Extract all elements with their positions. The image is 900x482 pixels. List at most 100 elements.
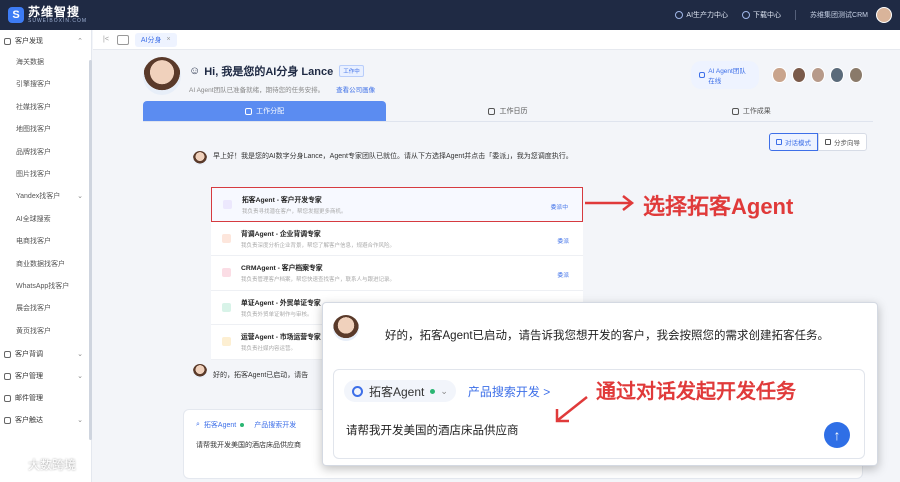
agent-avatar-mini[interactable] xyxy=(810,67,825,83)
logo-text: 苏维智搜 xyxy=(28,5,81,19)
sidebar-group-reach[interactable]: 客户触达 ⌄ xyxy=(0,409,91,431)
agent-card-background[interactable]: 背调Agent - 企业背调专家 我负责深度分析企业背景，帮您了解客户信息，规避… xyxy=(211,221,583,256)
send-icon xyxy=(4,416,11,424)
sidebar-item[interactable]: 引擎搜客户 xyxy=(0,74,91,96)
agent-card-crm[interactable]: CRMAgent - 客户档案专家 我负责管理客户档案，帮您快速查找客户，联系人… xyxy=(211,256,583,291)
chevron-down-icon: ⌄ xyxy=(77,417,83,425)
company-name[interactable]: 苏维集团测试CRM xyxy=(810,10,868,20)
list-icon xyxy=(222,302,231,312)
agent-chat-avatar xyxy=(193,151,207,165)
sidebar-item[interactable]: 展会找客户 xyxy=(0,298,91,320)
sidebar-item-yandex[interactable]: Yandex找客户 ⌄ xyxy=(0,186,91,208)
wizard-icon xyxy=(825,139,831,145)
watermark-logo-icon xyxy=(8,456,24,473)
agent-team: AI Agent团队在线 xyxy=(691,61,863,89)
agent-greeting: Hi, 我是您的AI分身 Lance xyxy=(204,66,334,78)
sidebar-item[interactable]: WhatsApp找客户 xyxy=(0,276,91,298)
logo-icon: S xyxy=(8,7,24,23)
agent-header: ☺ Hi, 我是您的AI分身 Lance 工作中 AI Agent团队已准备就绪，期… xyxy=(143,57,863,101)
arrow-down-left-icon xyxy=(555,396,588,423)
chevron-down-icon: ⌄ xyxy=(77,351,83,359)
agent-selector[interactable]: 拓客Agent xyxy=(204,420,236,430)
online-dot xyxy=(240,423,245,427)
home-icon[interactable] xyxy=(116,34,129,45)
zoom-agent-reply: 好的，拓客Agent已启动，请告诉我您想开发的客户，我会按照您的需求创建拓客任务… xyxy=(385,330,830,342)
annotation-dialog-task: 通过对话发起开发任务 xyxy=(596,381,796,403)
online-dot xyxy=(430,388,436,394)
sidebar-item[interactable]: AI全球搜索 xyxy=(0,209,91,231)
chevron-down-icon: ⌄ xyxy=(77,373,83,381)
agent-avatar xyxy=(333,315,359,341)
sidebar-item[interactable]: 电商找客户 xyxy=(0,231,91,253)
mode-wizard[interactable]: 分步向导 xyxy=(818,133,867,151)
ai-icon xyxy=(675,11,684,19)
send-button[interactable]: ↑ xyxy=(824,422,850,448)
delegate-button[interactable]: 委派 xyxy=(557,236,569,245)
agent-avatar-mini[interactable] xyxy=(848,67,863,83)
user-avatar[interactable] xyxy=(876,7,892,23)
document-icon xyxy=(222,233,231,243)
file-icon xyxy=(4,350,11,358)
sidebar-group-background-check[interactable]: 客户背调 ⌄ xyxy=(0,343,91,365)
profile-icon xyxy=(222,268,231,277)
sidebar-item[interactable]: 社媒找客户 xyxy=(0,97,91,119)
agent-message: 早上好！我是您的AI数字分身Lance，Agent专家团队已就位。请从下方选择A… xyxy=(213,153,573,160)
logo[interactable]: S 苏维智搜 SUWEIBOXIN.COM xyxy=(8,6,98,24)
search-icon xyxy=(4,37,11,45)
agent-avatar-mini[interactable] xyxy=(791,67,806,83)
assign-icon xyxy=(245,107,253,115)
sidebar-item[interactable]: 品牌找客户 xyxy=(0,142,91,164)
company-profile-link[interactable]: 查看公司画像 xyxy=(336,84,375,94)
agent-chat-avatar xyxy=(193,364,207,378)
agent-avatar xyxy=(143,57,181,95)
chevron-down-icon: ⌄ xyxy=(440,385,448,396)
chevron-down-icon: ⌄ xyxy=(77,193,83,201)
team-icon xyxy=(699,72,706,78)
sidebar-group-discovery[interactable]: 客户发现 ⌃ xyxy=(0,30,91,52)
search-icon xyxy=(223,200,232,209)
sidebar-item[interactable]: 地图找客户 xyxy=(0,119,91,141)
mode-selector[interactable]: 产品搜索开发 xyxy=(254,420,296,430)
collapse-icon[interactable]: |< xyxy=(103,36,109,43)
sidebar-group-customer-management[interactable]: 客户管理 ⌄ xyxy=(0,365,91,387)
divider xyxy=(143,121,873,122)
download-center-link[interactable]: 下载中心 xyxy=(742,10,781,20)
arrow-right-icon xyxy=(585,195,635,211)
tab-work-results[interactable]: 工作成果 xyxy=(630,101,873,121)
logo-subtext: SUWEIBOXIN.COM xyxy=(28,18,88,24)
tab-bar: |< AI分身 × xyxy=(93,30,900,50)
mode-chat[interactable]: 对话模式 xyxy=(769,133,818,151)
tab-work-calendar[interactable]: 工作日历 xyxy=(386,101,629,121)
close-icon[interactable]: × xyxy=(167,36,171,43)
sidebar-scrollbar[interactable] xyxy=(89,60,92,440)
agent-avatar-mini[interactable] xyxy=(772,67,787,83)
sidebar-item[interactable]: 海关数据 xyxy=(0,52,91,74)
agent-avatar-mini[interactable] xyxy=(829,67,844,83)
sidebar-group-mail[interactable]: 邮件管理 xyxy=(0,387,91,409)
delegate-button[interactable]: 委派中 xyxy=(551,202,568,211)
search-icon: ⌕ xyxy=(196,421,200,428)
sidebar-item[interactable]: 图片找客户 xyxy=(0,164,91,186)
annotation-select-agent: 选择拓客Agent xyxy=(643,194,794,219)
search-icon xyxy=(352,385,363,397)
sidebar: 客户发现 ⌃ 海关数据 引擎搜客户 社媒找客户 地图找客户 品牌找客户 图片找客户… xyxy=(0,30,92,482)
chat-input[interactable]: 请帮我开发美国的酒店床品供应商 xyxy=(346,422,519,438)
agent-card-prospecting[interactable]: 拓客Agent - 客户开发专家 我负责寻找潜在客户，帮您发掘更多商机。 委派中 xyxy=(211,187,583,222)
tab-work-assign[interactable]: 工作分配 xyxy=(143,101,387,121)
calendar-icon xyxy=(488,107,496,115)
divider xyxy=(795,10,797,20)
sidebar-item[interactable]: 黄页找客户 xyxy=(0,321,91,343)
mode-selector[interactable]: 产品搜索开发 > xyxy=(468,383,550,400)
work-tabs: 工作分配 工作日历 工作成果 xyxy=(143,101,873,121)
agent-team-button[interactable]: AI Agent团队在线 xyxy=(691,61,760,89)
user-icon xyxy=(4,372,11,380)
delegate-button[interactable]: 委派 xyxy=(557,270,569,279)
tab-ai-avatar[interactable]: AI分身 × xyxy=(134,32,177,47)
trophy-icon xyxy=(731,107,739,115)
chevron-up-icon: ⌃ xyxy=(77,38,83,45)
megaphone-icon xyxy=(222,337,231,346)
ai-center-link[interactable]: AI生产力中心 xyxy=(675,10,728,20)
agent-selector[interactable]: 拓客Agent ⌄ xyxy=(344,380,456,402)
sidebar-item[interactable]: 商业数据找客户 xyxy=(0,254,91,276)
download-icon xyxy=(742,11,751,19)
